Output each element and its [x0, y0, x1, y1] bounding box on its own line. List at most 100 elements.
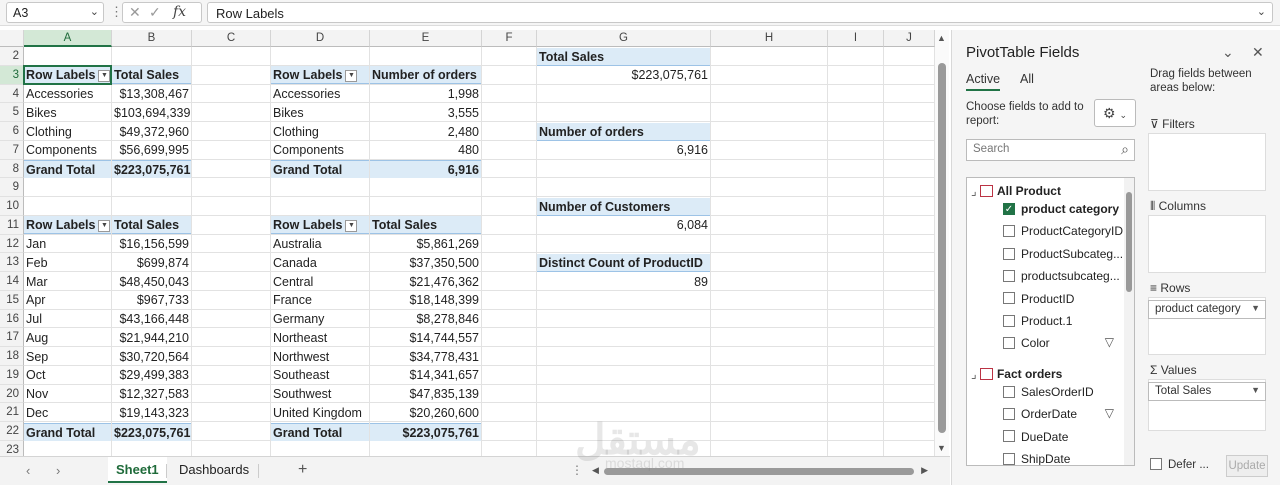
tab-all[interactable]: All	[1020, 72, 1034, 86]
more-options-icon[interactable]: ⋮	[571, 463, 583, 477]
field-item[interactable]: OrderDate	[1003, 403, 1077, 425]
column-header[interactable]: J	[884, 30, 935, 47]
next-sheet-icon[interactable]: ›	[56, 463, 60, 478]
row-header[interactable]: 23	[0, 440, 24, 456]
field-checkbox[interactable]	[1003, 314, 1015, 327]
add-sheet-button[interactable]: +	[298, 461, 307, 479]
tab-dashboards[interactable]: Dashboards	[171, 457, 257, 483]
field-item[interactable]: productsubcateg...	[1003, 265, 1120, 287]
field-checkbox[interactable]	[1003, 225, 1015, 238]
row-header[interactable]: 7	[0, 140, 24, 160]
row-header[interactable]: 17	[0, 328, 24, 347]
scroll-thumb[interactable]	[938, 63, 946, 433]
select-all-corner[interactable]	[0, 30, 24, 47]
chevron-down-icon[interactable]: ▼	[1251, 303, 1260, 313]
table-icon	[979, 184, 993, 197]
row-header[interactable]: 6	[0, 122, 24, 141]
column-header[interactable]: B	[112, 30, 192, 47]
column-header[interactable]: D	[271, 30, 370, 47]
scroll-left-icon[interactable]: ◀	[592, 465, 599, 476]
field-item[interactable]: ✓ product category	[1003, 198, 1119, 220]
field-item[interactable]: SalesOrderID	[1003, 381, 1094, 403]
row-header[interactable]: 19	[0, 365, 24, 385]
field-checkbox[interactable]	[1003, 292, 1015, 305]
field-item[interactable]: ProductCategoryID	[1003, 220, 1123, 242]
field-item[interactable]: ProductSubcateg...	[1003, 243, 1123, 265]
row-header[interactable]: 16	[0, 309, 24, 329]
row-header[interactable]: 2	[0, 47, 24, 66]
field-item[interactable]: Product.1	[1003, 310, 1072, 332]
enter-icon[interactable]: ✓	[149, 4, 161, 21]
row-header[interactable]: 10	[0, 197, 24, 216]
row-header[interactable]: 3	[0, 65, 24, 85]
cancel-icon[interactable]: ✕	[129, 4, 141, 21]
field-checkbox[interactable]: ✓	[1003, 202, 1015, 215]
formula-input[interactable]: Row Labels ⌄	[207, 2, 1273, 23]
values-field-chip[interactable]: Total Sales ▼	[1148, 382, 1266, 401]
column-header[interactable]: I	[828, 30, 884, 47]
scroll-up-icon[interactable]: ▲	[937, 33, 946, 43]
defer-checkbox[interactable]	[1150, 458, 1162, 470]
insert-function-button[interactable]: fx	[173, 4, 186, 20]
column-header[interactable]: F	[482, 30, 537, 47]
column-header[interactable]: H	[711, 30, 828, 47]
filter-dropdown-icon[interactable]: ▼	[345, 219, 358, 232]
row-header[interactable]: 4	[0, 84, 24, 104]
field-item[interactable]: DueDate	[1003, 426, 1068, 448]
worksheet-grid[interactable]: A B C D E F G H I J 2 3 4 5 6 7 8 9 10 11 12 13 14 15 16 17 18 19 20…	[0, 30, 935, 456]
field-checkbox[interactable]	[1003, 408, 1015, 421]
prev-sheet-icon[interactable]: ‹	[26, 463, 30, 478]
field-checkbox[interactable]	[1003, 430, 1015, 443]
field-list[interactable]: ⌟ All Product ✓ product category ProductCat…	[966, 177, 1135, 466]
scroll-down-icon[interactable]: ▼	[937, 443, 946, 453]
filter-dropdown-icon[interactable]: ▼	[98, 219, 111, 232]
scroll-right-icon[interactable]: ▶	[921, 465, 928, 476]
column-header[interactable]: E	[370, 30, 482, 47]
field-checkbox[interactable]	[1003, 270, 1015, 283]
row-header[interactable]: 15	[0, 290, 24, 310]
row-header[interactable]: 5	[0, 103, 24, 122]
row-header[interactable]: 13	[0, 253, 24, 272]
collapse-icon[interactable]: ⌟	[971, 184, 980, 198]
collapse-icon[interactable]: ⌟	[971, 367, 980, 381]
chevron-down-icon[interactable]: ▼	[1251, 385, 1260, 395]
scroll-thumb[interactable]	[1126, 192, 1132, 292]
chevron-down-icon[interactable]: ⌄	[90, 5, 99, 18]
field-item[interactable]: ProductID	[1003, 288, 1074, 310]
close-icon[interactable]: ✕	[1252, 44, 1264, 61]
filter-dropdown-icon[interactable]: ▼	[345, 69, 358, 82]
expand-formula-icon[interactable]: ⌄	[1257, 5, 1266, 18]
vertical-scrollbar[interactable]: ▲ ▼	[935, 30, 949, 456]
name-box[interactable]: A3 ⌄	[6, 2, 104, 23]
columns-area[interactable]	[1148, 215, 1266, 273]
field-checkbox[interactable]	[1003, 385, 1015, 398]
column-header[interactable]: C	[192, 30, 271, 47]
row-header[interactable]: 14	[0, 272, 24, 291]
row-header[interactable]: 20	[0, 384, 24, 404]
row-header[interactable]: 22	[0, 422, 24, 441]
rows-field-chip[interactable]: product category ▼	[1148, 300, 1266, 319]
gear-icon[interactable]: ⚙ ⌄	[1094, 99, 1136, 127]
row-header[interactable]: 9	[0, 178, 24, 197]
filter-dropdown-icon[interactable]: ▼	[98, 69, 111, 82]
tab-active[interactable]: Active	[966, 72, 1001, 91]
search-input[interactable]: Search ⌕	[966, 139, 1135, 161]
row-header[interactable]: 11	[0, 215, 24, 235]
column-header[interactable]: A	[24, 30, 112, 47]
filters-area[interactable]	[1148, 133, 1266, 191]
row-header[interactable]: 8	[0, 159, 24, 179]
field-list-scrollbar[interactable]	[1124, 178, 1134, 465]
row-header[interactable]: 12	[0, 234, 24, 254]
field-item[interactable]: ShipDate	[1003, 448, 1070, 465]
column-header[interactable]: G	[537, 30, 711, 47]
chevron-down-icon[interactable]: ⌄	[1222, 44, 1234, 61]
update-button[interactable]: Update	[1226, 455, 1268, 477]
field-item[interactable]: Color	[1003, 332, 1050, 354]
row-header[interactable]: 18	[0, 347, 24, 366]
row-header[interactable]: 21	[0, 403, 24, 422]
field-checkbox[interactable]	[1003, 247, 1015, 260]
tab-sheet1[interactable]: Sheet1	[108, 457, 167, 483]
field-checkbox[interactable]	[1003, 452, 1015, 465]
defer-update[interactable]: Defer ...	[1150, 458, 1209, 471]
field-checkbox[interactable]	[1003, 337, 1015, 350]
